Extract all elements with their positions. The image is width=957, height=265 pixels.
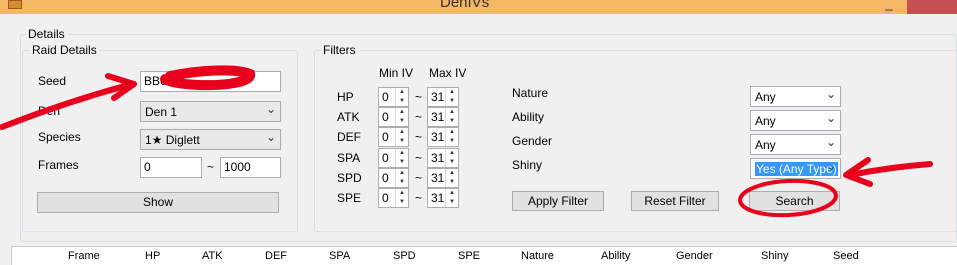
seed-scribble [160, 65, 255, 91]
annotation-arrow-left [0, 81, 135, 130]
annotation-overlay [0, 65, 933, 218]
search-circle [738, 178, 838, 218]
